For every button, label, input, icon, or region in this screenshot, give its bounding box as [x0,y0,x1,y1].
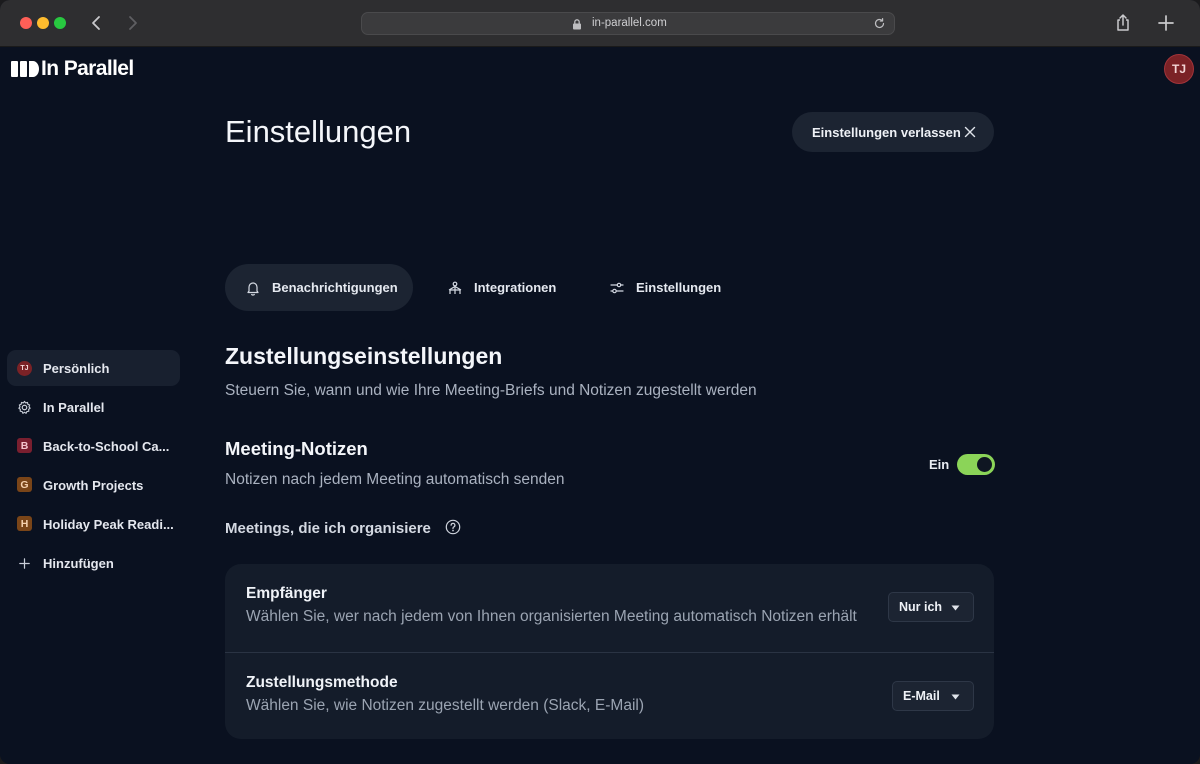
delivery-method-row: Zustellungsmethode Wählen Sie, wie Notiz… [225,652,994,740]
tab-notifications[interactable]: Benachrichtigungen [225,264,413,311]
address-bar[interactable]: in-parallel.com [361,12,895,35]
sidebar-item-label: Growth Projects [43,478,144,493]
select-value: E-Mail [903,689,940,703]
browser-window: in-parallel.com In Parallel TJ TJ Persön… [0,0,1200,764]
row-title: Zustellungsmethode [246,674,398,691]
tab-preferences[interactable]: Einstellungen [592,264,742,311]
plus-icon [19,558,30,569]
new-tab-icon[interactable] [1157,14,1175,32]
bell-icon [247,282,259,296]
row-title: Empfänger [246,585,327,602]
sidebar-item-holiday-peak[interactable]: H Holiday Peak Readi... [7,506,180,542]
sidebar-item-add[interactable]: Hinzufügen [7,545,180,581]
back-icon[interactable] [86,12,108,34]
app-content: In Parallel TJ TJ Persönlich In Parallel… [0,47,1200,764]
settings-tabs: Benachrichtigungen Integrationen Einstel… [225,264,745,311]
minimize-window-button[interactable] [37,17,49,29]
gear-icon [18,400,31,414]
meeting-notes-title: Meeting-Notizen [225,438,368,459]
caret-down-icon [951,694,960,700]
exit-settings-label: Einstellungen verlassen [812,125,961,140]
caret-down-icon [951,605,960,611]
share-icon[interactable] [1114,13,1132,33]
toggle-knob [977,457,992,472]
exit-settings-button[interactable]: Einstellungen verlassen [792,112,994,152]
sidebar-item-back-to-school[interactable]: B Back-to-School Ca... [7,428,180,464]
url-text: in-parallel.com [592,17,667,29]
avatar: TJ [17,361,32,376]
delivery-method-select[interactable]: E-Mail [892,681,974,711]
help-icon[interactable] [445,519,461,535]
reload-icon[interactable] [873,17,886,30]
row-subtitle: Wählen Sie, wer nach jedem von Ihnen org… [246,608,857,625]
meeting-notes-subtitle: Notizen nach jedem Meeting automatisch s… [225,471,565,488]
logo-text: In Parallel [41,57,134,80]
workspace-badge: G [17,477,32,492]
sidebar-item-personal[interactable]: TJ Persönlich [7,350,180,386]
sliders-icon [610,282,624,294]
organized-meetings-heading: Meetings, die ich organisiere [225,520,431,537]
section-subtitle: Steuern Sie, wann und wie Ihre Meeting-B… [225,382,757,399]
recipients-row: Empfänger Wählen Sie, wer nach jedem von… [225,564,994,652]
workspace-badge: H [17,516,32,531]
maximize-window-button[interactable] [54,17,66,29]
forward-icon[interactable] [121,12,143,34]
workspace-badge: B [17,438,32,453]
tab-label: Integrationen [474,280,557,295]
sidebar-item-in-parallel[interactable]: In Parallel [7,389,180,425]
toggle-label: Ein [929,457,950,472]
sidebar-item-label: Holiday Peak Readi... [43,517,174,532]
close-window-button[interactable] [20,17,32,29]
sidebar-item-label: In Parallel [43,400,105,415]
logo-mark-icon [11,61,39,77]
section-title: Zustellungseinstellungen [225,343,503,369]
browser-toolbar: in-parallel.com [0,0,1200,47]
meeting-notes-toggle[interactable] [957,454,995,475]
sidebar-item-label: Persönlich [43,361,110,376]
app-logo[interactable]: In Parallel [11,57,134,80]
settings-card: Empfänger Wählen Sie, wer nach jedem von… [225,564,994,739]
close-icon [964,126,976,138]
integrations-icon [448,281,462,294]
tab-integrations[interactable]: Integrationen [430,264,575,311]
sidebar-item-growth-projects[interactable]: G Growth Projects [7,467,180,503]
recipients-select[interactable]: Nur ich [888,592,974,622]
select-value: Nur ich [899,600,943,614]
page-title: Einstellungen [225,114,412,149]
tab-label: Benachrichtigungen [272,280,398,295]
tab-label: Einstellungen [636,280,722,295]
row-subtitle: Wählen Sie, wie Notizen zugestellt werde… [246,697,644,714]
user-avatar[interactable]: TJ [1164,54,1194,84]
sidebar-item-label: Hinzufügen [43,556,114,571]
lock-icon [573,19,581,30]
sidebar-item-label: Back-to-School Ca... [43,439,170,454]
